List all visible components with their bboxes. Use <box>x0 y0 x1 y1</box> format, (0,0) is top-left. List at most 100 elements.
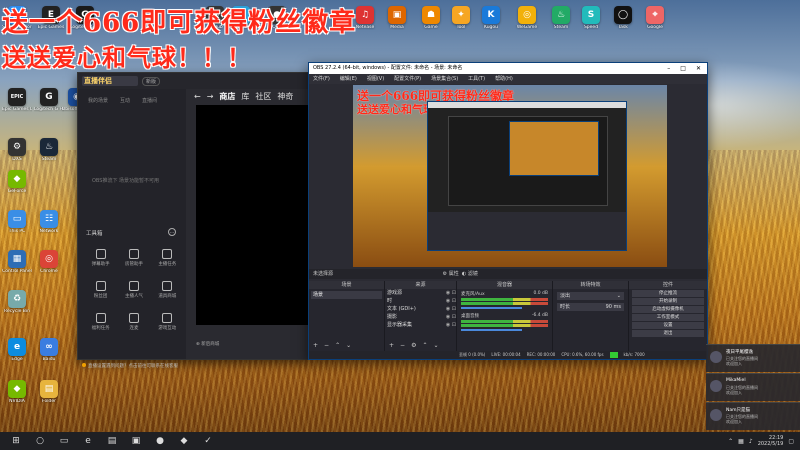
toolbox-item[interactable]: 主播任务 <box>151 249 184 267</box>
maximize-icon[interactable]: □ <box>680 63 686 74</box>
control-button[interactable]: 退出 <box>632 330 704 337</box>
lock-icon[interactable]: ⊡ <box>450 297 456 305</box>
desktop-icon[interactable]: ♻ Recycle Bin <box>2 290 32 314</box>
desktop-icon[interactable]: ▭ This PC <box>2 210 32 234</box>
follow-notification[interactable]: MikaMiel 已关注您的直播间 欢迎加入 <box>706 373 800 401</box>
store-nav-more[interactable]: 神奇 <box>277 91 293 102</box>
store-back-icon[interactable]: ← <box>194 92 201 101</box>
transition-select[interactable]: 淡出 ⌄ <box>557 292 624 300</box>
store-nav-store[interactable]: 商店 <box>219 91 235 102</box>
volume-icon[interactable]: ♪ <box>749 438 753 445</box>
toolbox-item[interactable]: 游戏互动 <box>151 313 184 331</box>
source-item[interactable]: 显示器采集 ◉ ⊡ <box>385 321 456 329</box>
lock-icon[interactable]: ⊡ <box>450 321 456 329</box>
desktop-icon[interactable]: K Kugou <box>476 6 506 30</box>
control-button[interactable]: 开始录制 <box>632 298 704 305</box>
desktop-icon[interactable]: ◯ Task <box>608 6 638 30</box>
desktop-icon[interactable]: ☷ Network <box>34 210 64 234</box>
desktop-icon[interactable]: ✦ Tool <box>446 6 476 30</box>
store-nav-library[interactable]: 库 <box>241 91 249 102</box>
assistant-notice[interactable]: 直播设置遇到问题？点击前往可联系在线客服 <box>82 363 178 369</box>
desktop-icon[interactable]: ⚙ DXS <box>2 138 32 162</box>
down-icon[interactable]: ⌄ <box>433 342 438 351</box>
desktop-icon[interactable]: ▣ Media <box>382 6 412 30</box>
edge-icon[interactable]: e <box>80 435 96 447</box>
obs-menu-item[interactable]: 配置文件(P) <box>394 74 421 84</box>
tab-interact[interactable]: 互动 <box>120 97 130 104</box>
properties-button[interactable]: ⚙ 属性 <box>443 271 459 277</box>
up-icon[interactable]: ⌃ <box>422 342 427 351</box>
tab-my-scenes[interactable]: 我的场景 <box>88 97 108 104</box>
network-icon[interactable]: ▦ <box>738 438 744 445</box>
down-icon[interactable]: ⌄ <box>346 342 351 351</box>
store-forward-icon[interactable]: → <box>207 92 214 101</box>
desktop-icon[interactable]: ♨ Steam <box>34 138 64 162</box>
desktop-icon[interactable]: ▤ Folder <box>34 380 64 404</box>
obs-taskbar-icon[interactable]: ● <box>152 435 168 447</box>
volume-slider[interactable] <box>461 307 522 309</box>
clock[interactable]: 22:19 2022/5/19 <box>758 435 784 447</box>
obs-menu-item[interactable]: 工具(T) <box>468 74 485 84</box>
lock-icon[interactable]: ⊡ <box>450 289 456 297</box>
desktop-icon[interactable]: ◎ Chrome <box>34 250 64 274</box>
add-scene-icon[interactable]: + <box>313 342 318 351</box>
lock-icon[interactable]: ⊡ <box>450 305 456 313</box>
transition-duration[interactable]: 时长 90 ms <box>557 303 624 311</box>
assistant-taskbar-icon[interactable]: ◆ <box>176 435 192 447</box>
desktop-icon[interactable]: ☗ Game <box>416 6 446 30</box>
desktop-icon[interactable]: GLogitech G HUB <box>34 88 64 112</box>
toolbox-item[interactable]: 弹幕助手 <box>84 249 117 267</box>
desktop-icon[interactable]: e Edge <box>2 338 32 362</box>
remove-scene-icon[interactable]: − <box>324 342 329 351</box>
tab-live-room[interactable]: 直播间 <box>142 97 157 104</box>
obs-preview[interactable]: 送一个666即可获得粉丝徽章 送送爱心和气球！！！ <box>353 85 667 267</box>
obs-menu-item[interactable]: 视图(V) <box>367 74 384 84</box>
source-item[interactable]: 游戏源 ◉ ⊡ <box>385 289 456 297</box>
toolbox-item[interactable]: 房管助手 <box>117 249 150 267</box>
toolbox-item[interactable]: 连麦 <box>117 313 150 331</box>
obs-menu-item[interactable]: 帮助(H) <box>495 74 513 84</box>
control-button[interactable]: 停止推流 <box>632 290 704 297</box>
store-icon[interactable]: ▣ <box>128 435 144 447</box>
folder-icon[interactable]: ▤ <box>104 435 120 447</box>
control-button[interactable]: 启动虚拟摄像机 <box>632 306 704 313</box>
notification-center-icon[interactable]: ▢ <box>788 438 794 445</box>
windows-start-icon[interactable]: ⊞ <box>8 435 24 447</box>
toolbox-item[interactable]: 福利任务 <box>84 313 117 331</box>
toolbox-item[interactable]: 粉丝团 <box>84 281 117 299</box>
toolbox-item[interactable]: 主播人气 <box>117 281 150 299</box>
source-item[interactable]: 时 ◉ ⊡ <box>385 297 456 305</box>
close-icon[interactable]: ✕ <box>696 63 701 74</box>
follow-notification[interactable]: 夜日平尾樱逸 已关注您的直播间 欢迎加入 <box>706 344 800 372</box>
tray-chevron-icon[interactable]: ⌃ <box>728 438 733 445</box>
desktop-icon[interactable]: ◆ GeForce <box>2 170 32 194</box>
desktop-icon[interactable]: ♨ Steam <box>546 6 576 30</box>
filters-button[interactable]: ◐ 滤镜 <box>460 271 478 277</box>
source-item[interactable]: 摄影 ◉ ⊡ <box>385 313 456 321</box>
obs-menu-item[interactable]: 文件(F) <box>313 74 330 84</box>
desktop-icon[interactable]: EPICEpic Games Launcher <box>2 88 32 112</box>
obs-menu-item[interactable]: 场景集合(S) <box>431 74 458 84</box>
toolbox-more-icon[interactable]: … <box>168 228 176 236</box>
toolbox-item[interactable]: 道具商城 <box>151 281 184 299</box>
desktop-icon[interactable]: S Speed <box>576 6 606 30</box>
control-button[interactable]: 设置 <box>632 322 704 329</box>
lock-icon[interactable]: ⊡ <box>450 313 456 321</box>
store-footer[interactable]: ⊕ 新后商城 <box>196 341 219 347</box>
up-icon[interactable]: ⌃ <box>335 342 340 351</box>
control-button[interactable]: 工作室模式 <box>632 314 704 321</box>
scene-item[interactable]: 场景 <box>311 291 382 299</box>
store-nav-community[interactable]: 社区 <box>255 91 271 102</box>
desktop-icon[interactable]: ∞ Baidu <box>34 338 64 362</box>
desktop-icon[interactable]: ◎ WeGame <box>512 6 542 30</box>
app-taskbar-icon[interactable]: ✓ <box>200 435 216 447</box>
add-source-icon[interactable]: + <box>389 342 394 351</box>
desktop-icon[interactable]: ◆ NVIDIA <box>2 380 32 404</box>
source-settings-icon[interactable]: ⚙ <box>411 342 416 351</box>
task-view-icon[interactable]: ▭ <box>56 435 72 447</box>
minimize-icon[interactable]: – <box>667 63 670 74</box>
source-item[interactable]: 文本 (GDI+) ◉ ⊡ <box>385 305 456 313</box>
desktop-icon[interactable]: ⌖ Google <box>640 6 670 30</box>
follow-notification[interactable]: Nam只是猫 已关注您的直播间 欢迎加入 <box>706 402 800 430</box>
volume-slider[interactable] <box>461 329 522 331</box>
